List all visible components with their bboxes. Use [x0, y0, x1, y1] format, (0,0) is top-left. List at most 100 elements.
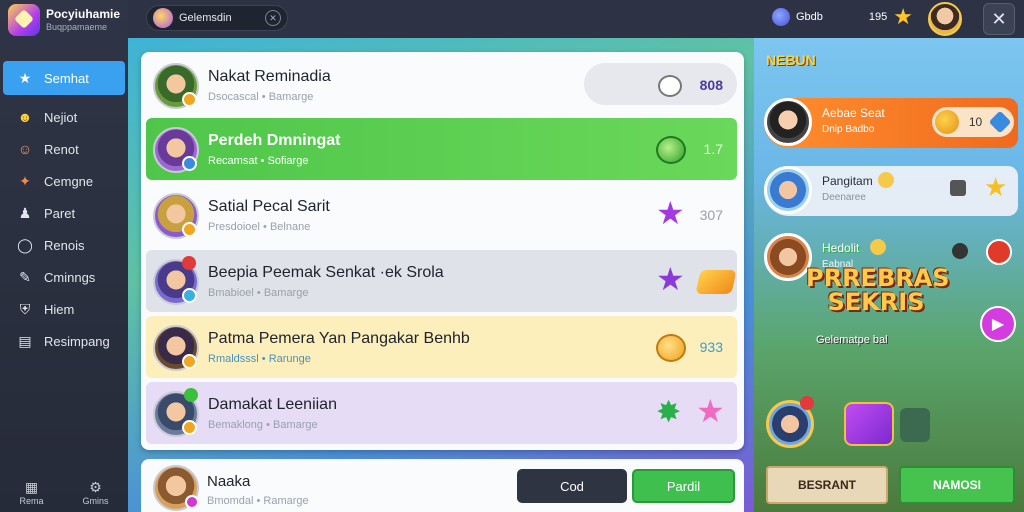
- sidebar-item-hiem[interactable]: ⛨ Hiem: [0, 293, 128, 325]
- app-title: Pocyiuhamie: [45, 6, 120, 21]
- avatar: [764, 166, 812, 214]
- list-item[interactable]: Patma Pemera Yan Pangakar Benhb Rmaldsss…: [146, 316, 737, 378]
- item-title: Perdeh Dmningat: [208, 132, 341, 149]
- medal-icon: [870, 239, 886, 255]
- pink-star-icon: ★: [696, 393, 725, 429]
- leaderboard-item-2[interactable]: Pangitam Deenaree ★: [764, 166, 1018, 216]
- gold-star-icon: ★: [984, 172, 1008, 202]
- medal-icon: [878, 172, 894, 188]
- star-icon: ★: [18, 69, 32, 86]
- list-item[interactable]: Nakat Reminadia Dsocascal • Bamarge 808: [146, 54, 737, 116]
- rank-badge-icon: [182, 354, 197, 369]
- item-subtitle: Bemaklong • Bamarge: [208, 419, 318, 431]
- cod-button[interactable]: Cod: [517, 469, 627, 503]
- list-item[interactable]: Beepia Peemak Senkat ·ek Srola Bmabioel …: [146, 250, 737, 312]
- sidebar-item-semhat[interactable]: ★ Semhat: [3, 61, 125, 95]
- leaderboard-item-1[interactable]: Aebae Seat Dnip Badbo 10: [764, 98, 1018, 148]
- top-bar: Gelemsdin ✕ Gbdb 195 ★ ✕: [128, 0, 1024, 38]
- besrant-button[interactable]: BESRANT: [766, 466, 888, 504]
- sidebar-item-cemgne[interactable]: ✦ Cemgne: [0, 165, 128, 197]
- notification-badge-icon: [182, 256, 196, 270]
- brand: Pocyiuhamie Buqppamaeme: [0, 0, 128, 40]
- calendar-icon: ▤: [18, 332, 32, 349]
- purple-star-icon: ★: [656, 261, 685, 297]
- search-input[interactable]: Gelemsdin ✕: [146, 5, 288, 31]
- gem-red-icon: [986, 239, 1012, 265]
- rank-badge-icon: [185, 495, 199, 509]
- green-gem-icon: [656, 136, 686, 164]
- shield-icon: [950, 180, 966, 196]
- game-subtitle: Gelematpe bal: [816, 334, 888, 346]
- list-item[interactable]: Damakat Leeniian Bemaklong • Bamarge ✸ ★: [146, 382, 737, 444]
- chat-icon: ◯: [17, 236, 33, 253]
- close-icon: ✕: [991, 8, 1007, 29]
- leaderboard-title: NEBUN: [766, 52, 816, 68]
- notification-badge-icon: [184, 388, 198, 402]
- sidebar-item-label: Nejiot: [44, 109, 78, 125]
- pardil-button[interactable]: Pardil: [632, 469, 735, 503]
- leader-name: Hedolit: [822, 241, 860, 255]
- app-subtitle: Buqppamaeme: [45, 21, 108, 32]
- list-item[interactable]: Perdeh Dmningat Recamsat • Sofiarge 1.7: [146, 118, 737, 180]
- player-name: Naaka: [207, 473, 251, 490]
- clock-icon: [952, 243, 968, 259]
- current-player-row: Naaka Bmomdal • Ramarge Cod Pardil: [141, 459, 744, 512]
- points-pill: 10: [932, 107, 1014, 137]
- sidebar-item-nejiot[interactable]: ☻ Nejiot: [0, 101, 128, 133]
- smile-icon: ☻: [17, 109, 33, 125]
- item-subtitle: Recamsat • Sofiarge: [208, 155, 309, 167]
- sidebar-item-label: Hiem: [44, 301, 75, 317]
- star-icon: ★: [893, 4, 914, 29]
- sidebar-item-paret[interactable]: ♟ Paret: [0, 197, 128, 229]
- sidebar-item-renot[interactable]: ☺ Renot: [0, 133, 128, 165]
- close-button[interactable]: ✕: [983, 3, 1015, 35]
- leader-name: Aebae Seat: [822, 106, 885, 120]
- play-icon: ▶: [991, 316, 1005, 333]
- sidebar-item-cminngs[interactable]: ✎ Cminngs: [0, 261, 128, 293]
- people-icon: ✦: [19, 172, 31, 189]
- currency-display: Gbdb 195 ★: [772, 4, 914, 29]
- sidebar-item-label: Paret: [44, 205, 76, 221]
- sidebar-bottom: ▦ Rema ⚙ Gmins: [0, 472, 128, 512]
- user-avatar[interactable]: [928, 2, 962, 36]
- leader-name: Pangitam: [822, 174, 873, 188]
- namosi-button[interactable]: NAMOSI: [899, 466, 1015, 504]
- sidebar-item-renois[interactable]: ◯ Renois: [0, 229, 128, 261]
- leader-subtitle: Dnip Badbo: [822, 124, 875, 135]
- player-subtitle: Bmomdal • Ramarge: [207, 495, 309, 507]
- rank-badge-icon: [182, 222, 197, 237]
- coin-icon: [772, 8, 790, 26]
- search-value: Gelemsdin: [179, 12, 232, 24]
- locked-chest-icon[interactable]: [900, 408, 930, 442]
- sidebar-item-label: Cminngs: [44, 269, 96, 285]
- item-score: 933: [699, 339, 723, 355]
- face-icon: ☺: [17, 141, 33, 157]
- green-gem-icon: ✸: [656, 396, 682, 429]
- sidebar-bottom-gmins[interactable]: ⚙ Gmins: [82, 479, 108, 506]
- diamond-icon: [988, 110, 1012, 134]
- item-title: Beepia Peemak Senkat ·ek Srola: [208, 264, 444, 281]
- leader-subtitle: Deenaree: [822, 192, 866, 203]
- list-item[interactable]: Satial Pecal Sarit Presdoioel • Belnane …: [146, 184, 737, 246]
- sidebar-item-label: Semhat: [44, 70, 89, 86]
- chat-bubble-icon: [658, 75, 682, 97]
- gold-coin-icon: [935, 110, 959, 134]
- clear-icon[interactable]: ✕: [265, 10, 281, 26]
- item-title: Patma Pemera Yan Pangakar Benhb: [208, 330, 470, 347]
- currency-value: 195: [868, 11, 888, 23]
- rank-badge-icon: [182, 288, 197, 303]
- sidebar-item-label: Renois: [44, 237, 85, 253]
- play-button[interactable]: ▶: [980, 306, 1016, 342]
- gear-icon: ⚙: [89, 478, 102, 495]
- item-subtitle: Dsocascal • Bamarge: [208, 91, 314, 103]
- sidebar-bottom-rema[interactable]: ▦ Rema: [19, 479, 43, 506]
- rank-badge-icon: [182, 92, 197, 107]
- item-subtitle: Bmabioel • Bamarge: [208, 287, 309, 299]
- reward-chest-icon[interactable]: [844, 402, 894, 446]
- sidebar-item-resimpang[interactable]: ▤ Resimpang: [0, 325, 128, 357]
- rank-badge-icon: [182, 420, 197, 435]
- right-panel: NEBUN Aebae Seat Dnip Badbo 10 Pangitam …: [754, 38, 1024, 512]
- gold-coin-icon: [656, 334, 686, 362]
- item-score: 808: [699, 77, 723, 93]
- sidebar-item-label: Cemgne: [44, 173, 94, 189]
